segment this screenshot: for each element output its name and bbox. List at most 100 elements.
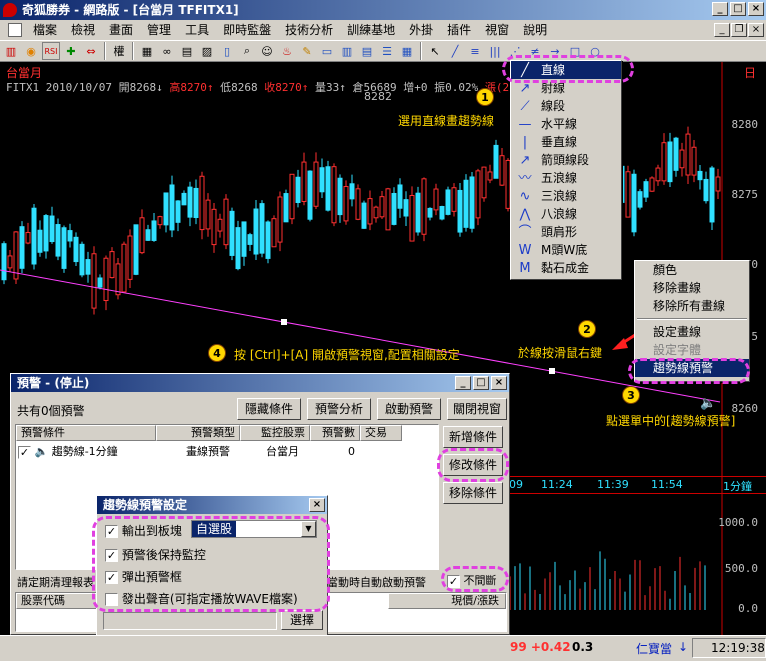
candle-body: [7, 255, 13, 269]
menu-item-three-wave[interactable]: ∿ 三浪線: [511, 187, 621, 205]
menu-training[interactable]: 訓練基地: [340, 20, 402, 40]
menu-screen[interactable]: 畫面: [102, 20, 140, 40]
move-icon[interactable]: ⇔: [82, 42, 100, 60]
candle-body: [265, 221, 271, 259]
menu-item-horizontal[interactable]: — 水平線: [511, 115, 621, 133]
hide-conditions-button[interactable]: 隱藏條件: [237, 398, 301, 420]
table-row[interactable]: ✓ 🔈 趨勢線-1分鐘 畫線預警 台當月 0: [18, 443, 402, 461]
menu-analysis[interactable]: 技術分析: [278, 20, 340, 40]
cursor-icon[interactable]: ↖: [426, 42, 444, 60]
rsi-button[interactable]: RSI: [42, 42, 60, 60]
alert-window-titlebar: 預警 - (停止) _ □ ×: [11, 374, 509, 392]
menu-item-mw[interactable]: W M頭W底: [511, 241, 621, 259]
row-checkbox[interactable]: ✓: [18, 445, 31, 459]
choose-file-button[interactable]: 選擇: [281, 610, 323, 630]
menu-item-stone-gold[interactable]: M 黏石成金: [511, 259, 621, 277]
candle-body: [691, 146, 697, 176]
trend-line-handle[interactable]: [549, 368, 555, 374]
alarm-icon[interactable]: ♨: [278, 42, 296, 60]
rights-button[interactable]: 權: [110, 42, 128, 60]
menu-item-label: 垂直線: [541, 135, 578, 149]
candle-body: [271, 218, 277, 248]
menu-item-vertical[interactable]: | 垂直線: [511, 133, 621, 151]
menu-item-five-wave[interactable]: 〰五浪線: [511, 169, 621, 187]
three-wave-icon: ∿: [519, 189, 531, 204]
candle-body: [325, 166, 331, 211]
candle-body: [307, 170, 313, 220]
menu-item-eight-wave[interactable]: ⋀ 八浪線: [511, 205, 621, 223]
horizontal-line-icon: —: [518, 117, 532, 132]
table-icon[interactable]: ▤: [178, 42, 196, 60]
candle-body: [175, 200, 181, 223]
rows-icon[interactable]: ▤: [358, 42, 376, 60]
quote-open: 開8268: [118, 81, 157, 94]
list-icon[interactable]: ☰: [378, 42, 396, 60]
grid-icon[interactable]: ▦: [138, 42, 156, 60]
search-icon[interactable]: ⌕: [238, 42, 256, 60]
candle-body: [385, 188, 391, 231]
start-alert-button[interactable]: 啟動預警: [377, 398, 441, 420]
close-window-button[interactable]: 關閉視窗: [447, 398, 507, 420]
menu-help[interactable]: 說明: [516, 20, 554, 40]
doc-close-button[interactable]: ×: [748, 23, 764, 37]
menu-item-head-shoulder[interactable]: ⌒ 頭肩形: [511, 223, 621, 241]
kline-icon[interactable]: ▥: [2, 42, 20, 60]
menu-item-label: 射線: [541, 81, 566, 95]
alert-close-button[interactable]: ×: [491, 376, 507, 390]
wave-file-input[interactable]: [103, 612, 277, 630]
chart-icon[interactable]: ▨: [198, 42, 216, 60]
candle-body: [379, 196, 385, 218]
menu-file[interactable]: 檔案: [26, 20, 64, 40]
quote-amp: 振0.02%: [434, 81, 479, 94]
menu-item-arrow-segment[interactable]: ↗ 箭頭線段: [511, 151, 621, 169]
menu-item-segment[interactable]: ⟋ 線段: [511, 97, 621, 115]
menu-tools[interactable]: 工具: [178, 20, 216, 40]
remove-condition-button[interactable]: 移除條件: [443, 482, 503, 504]
alert-maximize-button[interactable]: □: [473, 376, 489, 390]
doc-restore-button[interactable]: ❐: [731, 23, 747, 37]
alert-minimize-button[interactable]: _: [455, 376, 471, 390]
close-button[interactable]: ×: [748, 2, 764, 16]
ctx-color[interactable]: 顏色: [635, 261, 749, 279]
layout-icon[interactable]: ▭: [318, 42, 336, 60]
candle-body: [679, 149, 685, 169]
menu-manage[interactable]: 管理: [140, 20, 178, 40]
columns-icon[interactable]: ▥: [338, 42, 356, 60]
alert-speaker-icon[interactable]: 🔈: [700, 396, 716, 411]
vertical-lines-icon[interactable]: |||: [486, 42, 504, 60]
candle-body: [661, 142, 667, 182]
book-icon[interactable]: ▯: [218, 42, 236, 60]
menu-plugin[interactable]: 外掛: [402, 20, 440, 40]
menu-window[interactable]: 視窗: [478, 20, 516, 40]
maximize-button[interactable]: □: [730, 2, 746, 16]
fib-icon[interactable]: ≡: [466, 42, 484, 60]
candle-body: [649, 177, 655, 192]
glasses-icon[interactable]: ∞: [158, 42, 176, 60]
menu-view[interactable]: 檢視: [64, 20, 102, 40]
candle-body: [343, 186, 349, 222]
trend-line-handle[interactable]: [281, 319, 287, 325]
crosshair-icon[interactable]: ✚: [62, 42, 80, 60]
document-icon[interactable]: [8, 23, 22, 37]
draw-line-icon[interactable]: ╱: [446, 42, 464, 60]
candle-body: [247, 234, 253, 245]
ctx-font-settings: 設定字體: [653, 343, 702, 357]
add-condition-button[interactable]: 新增條件: [443, 426, 503, 448]
menu-item-label: 五浪線: [541, 171, 578, 185]
menu-addon[interactable]: 插件: [440, 20, 478, 40]
highlight-straight-line: [502, 55, 634, 83]
ctx-remove-all[interactable]: 移除所有畫線: [635, 297, 749, 315]
doc-minimize-button[interactable]: _: [714, 23, 730, 37]
trendline-dialog-close-button[interactable]: ×: [309, 498, 325, 512]
user-icon[interactable]: ☺: [258, 42, 276, 60]
dot-grid-icon[interactable]: ▦: [398, 42, 416, 60]
menu-monitor[interactable]: 即時監盤: [216, 20, 278, 40]
trendline-dialog-titlebar: 趨勢線預警設定 ×: [97, 496, 327, 514]
alert-analysis-button[interactable]: 預警分析: [307, 398, 371, 420]
candle-body: [109, 251, 115, 279]
ctx-line-settings[interactable]: 設定畫線: [635, 323, 749, 341]
minimize-button[interactable]: _: [712, 2, 728, 16]
pen-icon[interactable]: ✎: [298, 42, 316, 60]
palette-icon[interactable]: ◉: [22, 42, 40, 60]
ctx-remove-line[interactable]: 移除畫線: [635, 279, 749, 297]
